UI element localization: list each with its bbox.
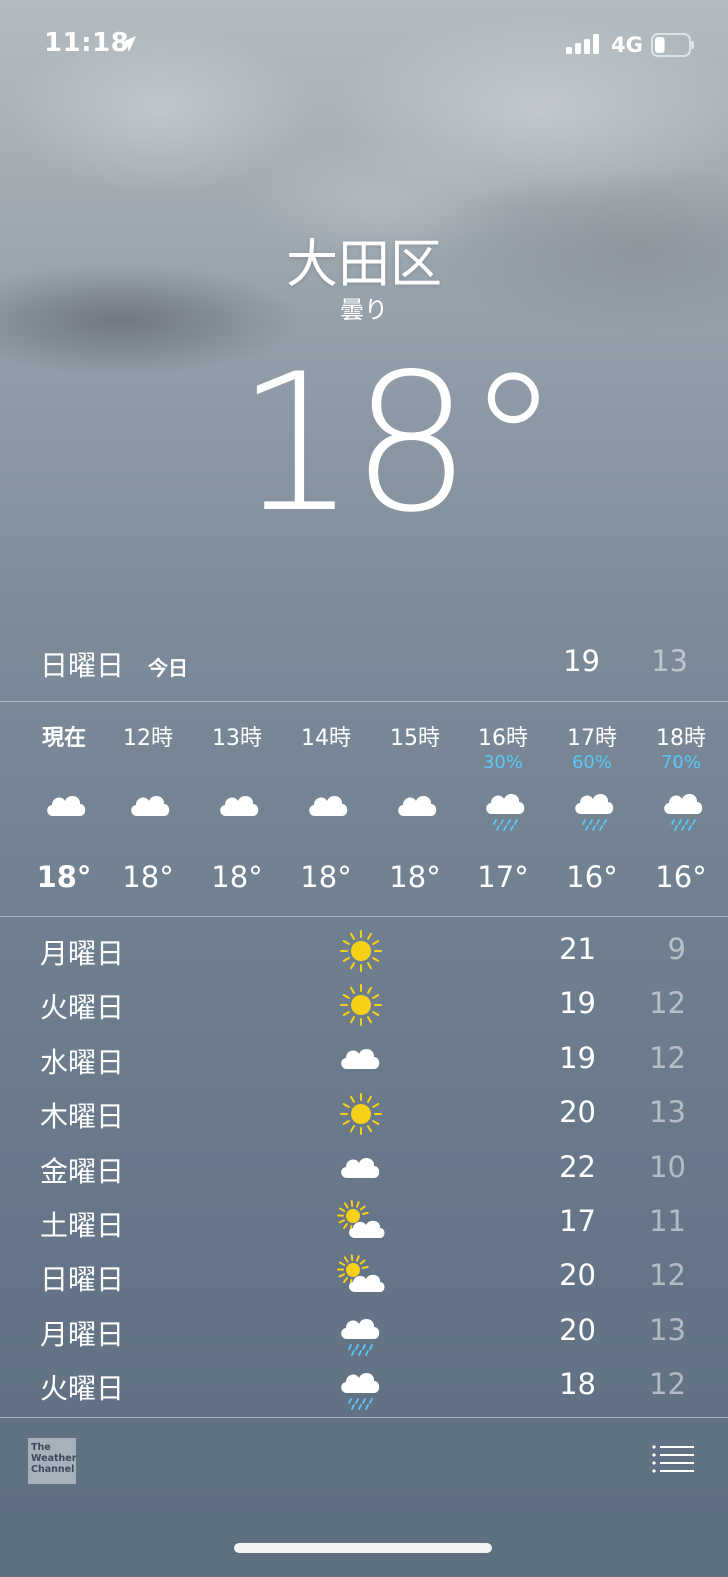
daily-high-temperature: 21	[559, 932, 596, 966]
city-list-icon[interactable]	[652, 1444, 694, 1474]
hourly-time: 13時	[212, 726, 262, 751]
hourly-time: 12時	[123, 726, 173, 751]
hourly-temperature: 18°	[36, 860, 92, 894]
status-bar: 11:18 4G	[0, 0, 728, 90]
daily-forecast-row: 火曜日 19 12	[0, 978, 728, 1032]
rain-cloud-icon	[337, 1309, 387, 1356]
cellular-signal-icon	[566, 34, 602, 58]
hourly-precipitation-chance: 60%	[571, 752, 612, 773]
daily-high-temperature: 19	[559, 986, 596, 1021]
daily-high-temperature: 22	[559, 1149, 596, 1184]
battery-icon	[651, 33, 695, 61]
daily-day-name: 土曜日	[40, 1209, 125, 1242]
daily-day-name: 水曜日	[40, 1045, 125, 1079]
daily-high-temperature: 20	[559, 1312, 596, 1347]
cloud-icon	[337, 1037, 387, 1083]
daily-forecast-row: 月曜日 20 13	[0, 1305, 728, 1359]
hourly-time: 15時	[390, 726, 440, 751]
daily-low-temperature: 13	[649, 1095, 686, 1130]
cloud-icon	[127, 784, 170, 828]
hourly-precipitation-chance: 30%	[482, 752, 523, 773]
cloud-icon	[216, 784, 259, 828]
daily-high-temperature: 18	[559, 1367, 596, 1402]
weather-condition: 曇り	[340, 296, 388, 324]
daily-forecast-row: 日曜日 20 12	[0, 1250, 728, 1304]
cloud-icon	[337, 1146, 387, 1192]
hourly-temperature: 18°	[300, 860, 352, 894]
network-type: 4G	[611, 33, 643, 57]
daily-forecast-row: 火曜日 18 12	[0, 1359, 728, 1413]
hourly-time: 17時	[567, 726, 617, 751]
daily-high-temperature: 20	[559, 1095, 596, 1130]
rain-cloud-icon	[571, 784, 614, 831]
sun-icon	[337, 1091, 387, 1137]
hourly-temperature: 18°	[389, 860, 441, 894]
daily-day-name: 月曜日	[40, 937, 125, 970]
daily-low-temperature: 12	[649, 1040, 686, 1075]
daily-day-name: 火曜日	[40, 991, 125, 1025]
hourly-temperature: 17°	[477, 860, 529, 894]
daily-high-temperature: 20	[559, 1258, 596, 1293]
daily-forecast-row: 土曜日 17 11	[0, 1196, 728, 1250]
hourly-time: 現在	[41, 726, 86, 751]
weather-channel-logo[interactable]: The Weather Channel	[28, 1438, 76, 1484]
daily-low-temperature: 12	[649, 986, 686, 1021]
daily-low-temperature: 11	[649, 1204, 686, 1238]
daily-forecast-row: 金曜日 22 10	[0, 1142, 728, 1196]
daily-low-temperature: 9	[667, 932, 686, 966]
hourly-temperature: 16°	[566, 860, 618, 894]
hourly-time: 18時	[656, 726, 706, 751]
daily-forecast-row: 水曜日 19 12	[0, 1033, 728, 1087]
daily-high-temperature: 19	[559, 1040, 596, 1075]
hourly-temperature: 18°	[122, 860, 174, 894]
daily-low-temperature: 13	[649, 1312, 686, 1347]
hourly-time: 16時	[478, 726, 528, 751]
daily-day-name: 月曜日	[40, 1317, 125, 1351]
city-name: 大田区	[285, 235, 442, 295]
today-high: 19	[563, 644, 600, 678]
rain-cloud-icon	[660, 784, 703, 831]
sun-icon	[337, 928, 387, 974]
partly-cloudy-icon	[337, 1254, 387, 1300]
status-time: 11:18	[44, 28, 130, 58]
hourly-temperature: 16°	[655, 860, 707, 894]
divider	[0, 1417, 728, 1418]
cloud-icon	[305, 784, 348, 828]
cloud-icon	[43, 784, 86, 828]
divider	[0, 916, 728, 917]
rain-cloud-icon	[482, 784, 525, 831]
daily-day-name: 木曜日	[40, 1100, 125, 1134]
daily-day-name: 火曜日	[40, 1372, 125, 1406]
daily-day-name: 日曜日	[40, 1263, 125, 1297]
current-temperature: 18°	[236, 333, 561, 554]
today-label: 今日	[148, 656, 188, 680]
sun-icon	[337, 982, 387, 1028]
today-low: 13	[651, 644, 688, 678]
divider	[0, 701, 728, 702]
daily-low-temperature: 12	[649, 1367, 686, 1402]
hourly-forecast[interactable]: 現在 18° 12時 18° 13時 18° 14時 18° 15時 18° 16時 30% 17° 17…	[0, 704, 728, 916]
hourly-time: 14時	[301, 726, 351, 751]
today-day-name: 日曜日	[40, 649, 125, 682]
daily-forecast-row: 月曜日 21 9	[0, 924, 728, 978]
rain-cloud-icon	[337, 1363, 387, 1411]
daily-low-temperature: 10	[649, 1149, 686, 1184]
location-arrow-icon	[118, 34, 138, 58]
hourly-temperature: 18°	[211, 860, 263, 894]
today-row: 日曜日 今日 19 13	[0, 640, 728, 684]
daily-day-name: 金曜日	[40, 1154, 125, 1188]
cloud-icon	[394, 784, 437, 828]
partly-cloudy-icon	[337, 1200, 387, 1246]
daily-forecast-row: 木曜日 20 13	[0, 1087, 728, 1141]
daily-high-temperature: 17	[559, 1204, 596, 1238]
daily-low-temperature: 12	[649, 1258, 686, 1293]
hourly-precipitation-chance: 70%	[660, 752, 701, 773]
home-indicator[interactable]	[234, 1543, 492, 1553]
